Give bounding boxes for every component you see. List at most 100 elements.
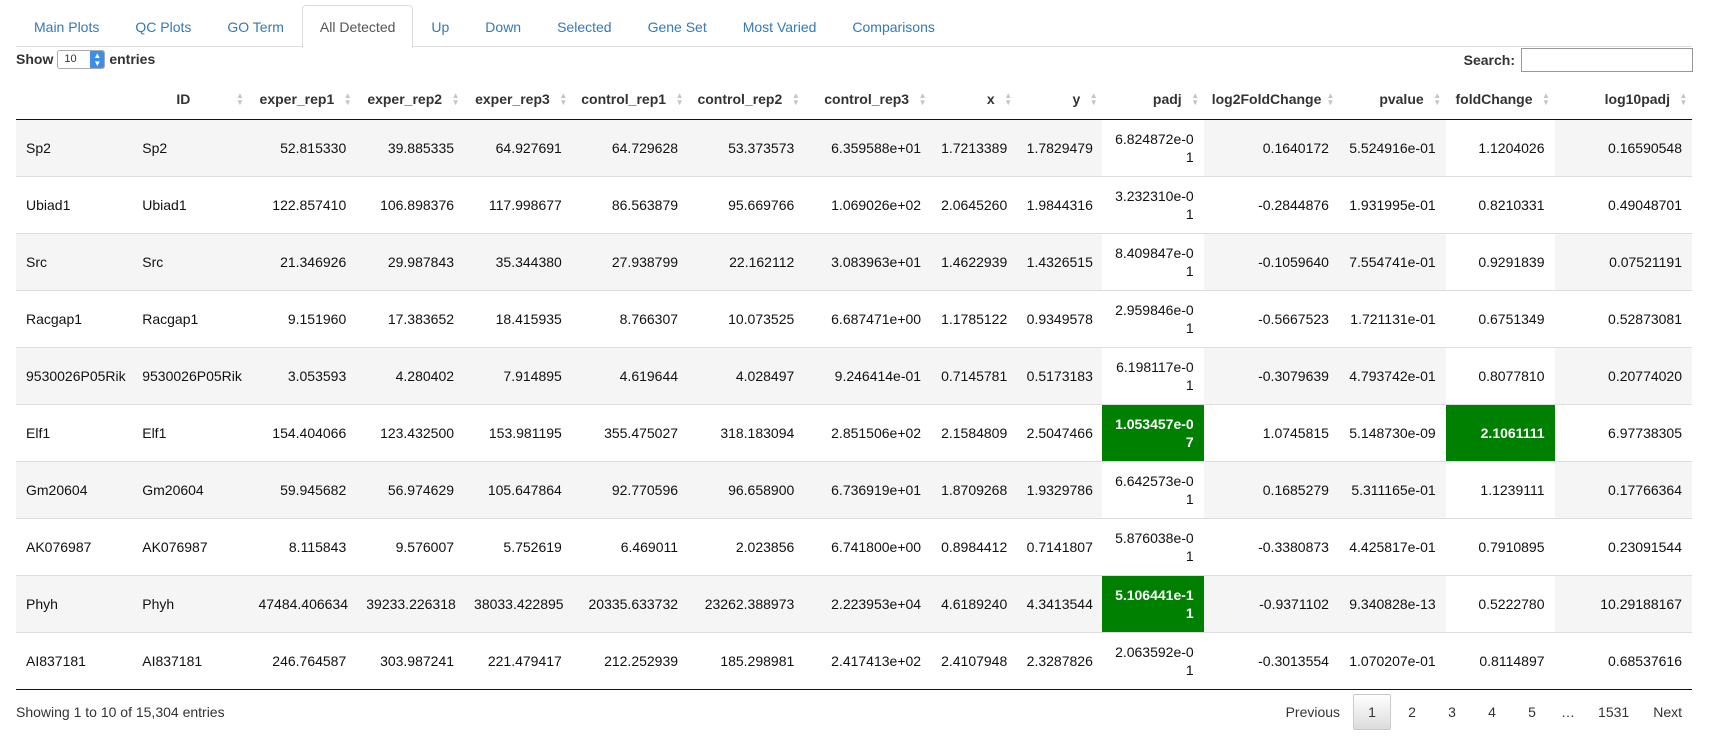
tab-go-term[interactable]: GO Term — [209, 5, 302, 46]
column-header-log2foldchange[interactable]: log2FoldChange ▲ ▼ — [1203, 80, 1339, 120]
page-length-control: Show 10 ▲ ▼ entries — [16, 48, 155, 70]
table-cell-exper-rep1: 9.151960 — [248, 289, 357, 347]
next-page-button[interactable]: Next — [1642, 694, 1693, 730]
table-cell-control-rep3: 1.069026e+02 — [804, 175, 932, 233]
table-row[interactable]: Sp2 Sp2 52.815330 39.885335 64.927691 64.7296… — [16, 118, 1692, 176]
table-cell-log2foldchange: -0.3079639 — [1203, 346, 1339, 404]
page-button-3[interactable]: 3 — [1433, 694, 1471, 730]
table-cell-exper-rep1: 122.857410 — [248, 175, 357, 233]
column-header-id[interactable]: ID ▲ ▼ — [132, 80, 249, 120]
page-button-1[interactable]: 1 — [1353, 694, 1392, 730]
column-header-label: padj — [1152, 91, 1182, 108]
tab-down[interactable]: Down — [467, 5, 539, 46]
tab-up[interactable]: Up — [413, 5, 467, 46]
table-row[interactable]: Src Src 21.346926 29.987843 35.344380 27.9387… — [16, 232, 1692, 290]
table-cell-y: 2.5047466 — [1016, 403, 1103, 461]
table-cell-control-rep3: 6.359588e+01 — [804, 118, 932, 176]
table-cell-y: 0.5173183 — [1016, 346, 1103, 404]
table-cell-y: 1.9844316 — [1016, 175, 1103, 233]
table-cell-exper-rep3: 7.914895 — [464, 346, 572, 404]
sort-icon: ▲ ▼ — [1089, 91, 1098, 108]
table-cell-x: 1.7213389 — [931, 118, 1017, 176]
table-row[interactable]: 9530026P05Rik 9530026P05Rik 3.053593 4.2804… — [16, 346, 1692, 404]
table-cell-log10padj: 0.17766364 — [1554, 460, 1692, 518]
table-cell-padj: 6.642573e-01 — [1102, 460, 1204, 518]
table-cell-log10padj: 0.16590548 — [1554, 118, 1692, 176]
table-cell-exper-rep2: 9.576007 — [356, 517, 465, 575]
table-cell-pvalue: 1.931995e-01 — [1338, 175, 1446, 233]
column-header-log10padj[interactable]: log10padj ▲ ▼ — [1554, 80, 1692, 120]
table-cell-control-rep1: 64.729628 — [571, 118, 689, 176]
column-header-control-rep1[interactable]: control_rep1 ▲ ▼ — [571, 80, 689, 120]
table-cell-control-rep2: 22.162112 — [688, 232, 805, 290]
table-cell-control-rep1: 6.469011 — [571, 517, 689, 575]
table-cell-y: 1.7829479 — [1016, 118, 1103, 176]
tab-comparisons[interactable]: Comparisons — [834, 5, 952, 46]
table-row[interactable]: Elf1 Elf1 154.404066 123.432500 153.981195 35… — [16, 403, 1692, 461]
table-cell-exper-rep3: 18.415935 — [464, 289, 572, 347]
table-cell-exper-rep2: 17.383652 — [356, 289, 465, 347]
column-header-x[interactable]: x ▲ ▼ — [931, 80, 1017, 120]
column-header-label: exper_rep3 — [475, 91, 550, 108]
table-cell-exper-rep2: 4.280402 — [356, 346, 465, 404]
column-header-exper-rep1[interactable]: exper_rep1 ▲ ▼ — [248, 80, 357, 120]
tab-qc-plots[interactable]: QC Plots — [117, 5, 209, 46]
table-cell-log2foldchange: 1.0745815 — [1203, 403, 1339, 461]
column-header-label: log10padj — [1604, 91, 1670, 108]
table-cell-x: 2.4107948 — [931, 631, 1017, 690]
table-cell-pvalue: 4.793742e-01 — [1338, 346, 1446, 404]
table-row[interactable]: AK076987 AK076987 8.115843 9.576007 5.752619… — [16, 517, 1692, 575]
table-cell-pvalue: 1.721131e-01 — [1338, 289, 1446, 347]
table-cell-exper-rep2: 303.987241 — [356, 631, 465, 690]
column-header-foldchange[interactable]: foldChange ▲ ▼ — [1445, 80, 1555, 120]
column-header-exper-rep3[interactable]: exper_rep3 ▲ ▼ — [464, 80, 572, 120]
table-cell-control-rep1: 212.252939 — [571, 631, 689, 690]
tab-all-detected[interactable]: All Detected — [301, 5, 414, 48]
page-button-5[interactable]: 5 — [1513, 694, 1551, 730]
table-cell-log2foldchange: -0.9371102 — [1203, 574, 1339, 632]
table-row[interactable]: Racgap1 Racgap1 9.151960 17.383652 18.415935… — [16, 289, 1692, 347]
column-header-y[interactable]: y ▲ ▼ — [1016, 80, 1103, 120]
sort-icon: ▲ ▼ — [343, 91, 352, 108]
table-cell-foldchange: 0.7910895 — [1445, 517, 1555, 575]
table-row[interactable]: Phyh Phyh 47484.406634 39233.226318 38033.42… — [16, 574, 1692, 632]
table-cell-foldchange: 0.8077810 — [1445, 346, 1555, 404]
table-row[interactable]: Ubiad1 Ubiad1 122.857410 106.898376 117.9986… — [16, 175, 1692, 233]
table-info: Showing 1 to 10 of 15,304 entries — [16, 704, 225, 720]
table-cell-padj: 3.232310e-01 — [1102, 175, 1204, 233]
page-button-4[interactable]: 4 — [1473, 694, 1511, 730]
page-button-last[interactable]: 1531 — [1587, 694, 1640, 730]
table-cell-control-rep3: 6.741800e+00 — [804, 517, 932, 575]
tab-gene-set[interactable]: Gene Set — [630, 5, 725, 46]
search-input[interactable] — [1521, 48, 1693, 72]
tab-most-varied[interactable]: Most Varied — [725, 5, 835, 46]
tab-main-plots[interactable]: Main Plots — [16, 5, 117, 46]
table-cell-exper-rep1: 8.115843 — [248, 517, 357, 575]
column-header-pvalue[interactable]: pvalue ▲ ▼ — [1338, 80, 1446, 120]
table-cell-exper-rep3: 221.479417 — [464, 631, 572, 690]
table-cell-control-rep3: 6.736919e+01 — [804, 460, 932, 518]
column-header-label: control_rep1 — [581, 91, 667, 108]
table-cell-control-rep3: 2.223953e+04 — [804, 574, 932, 632]
column-header-exper-rep2[interactable]: exper_rep2 ▲ ▼ — [356, 80, 465, 120]
page-length-select[interactable]: 10 ▲ ▼ — [57, 49, 106, 69]
table-cell-exper-rep3: 117.998677 — [464, 175, 572, 233]
table-cell-padj: 6.198117e-01 — [1102, 346, 1204, 404]
column-header-padj[interactable]: padj ▲ ▼ — [1102, 80, 1204, 120]
column-header-label: pvalue — [1379, 91, 1424, 108]
table-cell-id: Src — [132, 232, 249, 290]
column-header-control-rep3[interactable]: control_rep3 ▲ ▼ — [804, 80, 932, 120]
page-button-2[interactable]: 2 — [1393, 694, 1431, 730]
table-cell-control-rep2: 2.023856 — [688, 517, 805, 575]
table-cell-foldchange: 0.8210331 — [1445, 175, 1555, 233]
column-header-label: ID — [176, 91, 191, 108]
column-header-control-rep2[interactable]: control_rep2 ▲ ▼ — [688, 80, 805, 120]
table-cell-x: 1.4622939 — [931, 232, 1017, 290]
table-row[interactable]: AI837181 AI837181 246.764587 303.987241 221.… — [16, 631, 1692, 690]
table-cell-foldchange: 2.1061111 — [1445, 403, 1555, 461]
table-cell-id: Sp2 — [132, 118, 249, 176]
table-row[interactable]: Gm20604 Gm20604 59.945682 56.974629 105.6478… — [16, 460, 1692, 518]
previous-page-button[interactable]: Previous — [1275, 694, 1351, 730]
table-cell-pvalue: 5.524916e-01 — [1338, 118, 1446, 176]
tab-selected[interactable]: Selected — [539, 5, 629, 46]
